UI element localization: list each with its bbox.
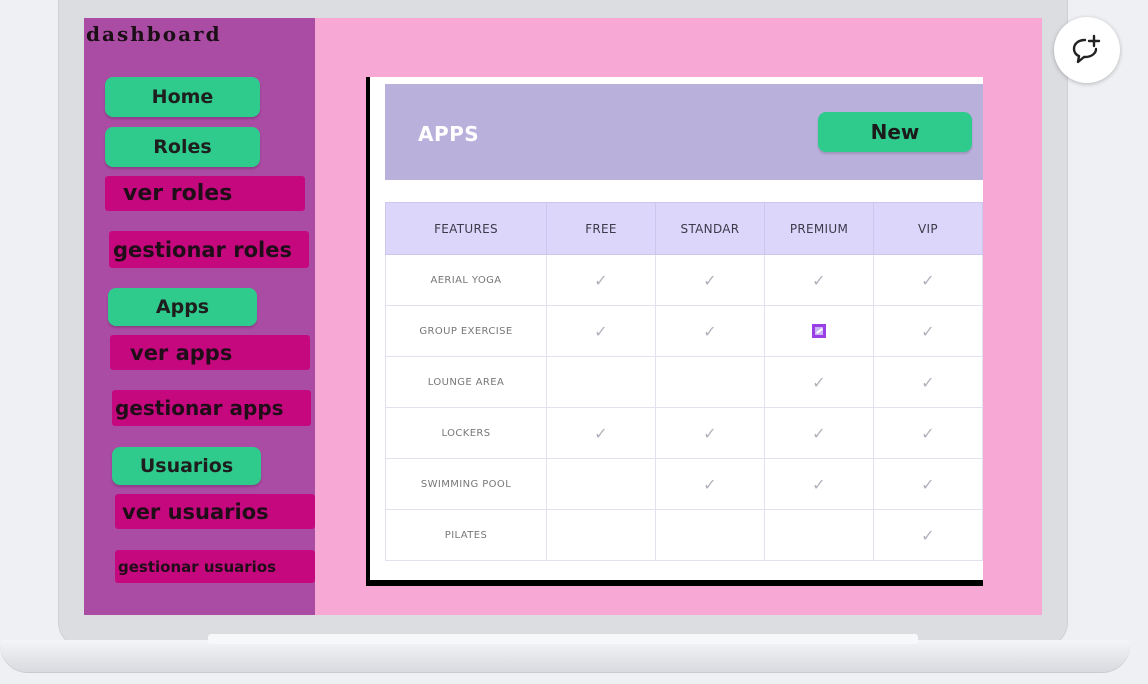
plan-cell-premium: [764, 509, 874, 561]
plan-cell-standar: [655, 356, 765, 408]
new-button[interactable]: New: [818, 112, 972, 152]
dashboard-screen: dashboard Home Roles ver roles gestionar…: [84, 18, 1042, 615]
brand-title: dashboard: [86, 22, 222, 46]
laptop-base-notch: [208, 634, 918, 644]
header-features: FEATURES: [385, 202, 547, 255]
header-standar: STANDAR: [655, 202, 765, 255]
checkmark-icon: ✓: [812, 423, 826, 443]
table-row: PILATES ✓: [385, 509, 983, 561]
checkmark-icon: ✓: [812, 372, 826, 392]
table-row: LOUNGE AREA ✓ ✓: [385, 356, 983, 408]
plan-cell-premium: [764, 305, 874, 357]
plan-cell-standar: [655, 509, 765, 561]
nav-button-home[interactable]: Home: [105, 77, 260, 117]
plan-cell-premium: ✓: [764, 356, 874, 408]
plan-cell-standar: ✓: [655, 254, 765, 306]
nav-button-usuarios[interactable]: Usuarios: [112, 447, 261, 485]
plan-cell-vip: ✓: [873, 356, 983, 408]
checkmark-icon: ✓: [703, 474, 717, 494]
plan-cell-vip: ✓: [873, 458, 983, 510]
plan-cell-standar: ✓: [655, 305, 765, 357]
plan-cell-free: ✓: [546, 305, 656, 357]
checkmark-icon: ✓: [812, 270, 826, 290]
plan-cell-premium: ✓: [764, 407, 874, 459]
feature-cell: AERIAL YOGA: [385, 254, 547, 306]
sublink-ver-apps[interactable]: ver apps: [110, 335, 310, 370]
checkmark-icon: ✓: [703, 423, 717, 443]
plan-cell-vip: ✓: [873, 254, 983, 306]
checkmark-icon: ✓: [812, 474, 826, 494]
sublink-gestionar-usuarios[interactable]: gestionar usuarios: [115, 550, 315, 583]
feature-cell: SWIMMING POOL: [385, 458, 547, 510]
table-row: SWIMMING POOL ✓ ✓ ✓: [385, 458, 983, 510]
plans-table: FEATURES FREE STANDAR PREMIUM VIP AERIAL…: [385, 202, 983, 561]
checkmark-icon: ✓: [594, 321, 608, 341]
checked-box-icon[interactable]: [812, 324, 826, 338]
plan-cell-premium: ✓: [764, 254, 874, 306]
panel-header: APPS New: [385, 84, 983, 180]
table-header-row: FEATURES FREE STANDAR PREMIUM VIP: [385, 202, 983, 255]
table-row: GROUP EXERCISE ✓ ✓ ✓: [385, 305, 983, 357]
laptop-base: [0, 640, 1130, 672]
feature-cell: GROUP EXERCISE: [385, 305, 547, 357]
plan-cell-vip: ✓: [873, 509, 983, 561]
feature-cell: PILATES: [385, 509, 547, 561]
plan-cell-free: [546, 356, 656, 408]
table-row: AERIAL YOGA ✓ ✓ ✓ ✓: [385, 254, 983, 306]
header-premium: PREMIUM: [764, 202, 874, 255]
plan-cell-free: [546, 458, 656, 510]
sublink-gestionar-roles[interactable]: gestionar roles: [109, 231, 309, 268]
checkmark-icon: ✓: [921, 423, 935, 443]
sidebar: dashboard Home Roles ver roles gestionar…: [84, 18, 315, 615]
plan-cell-standar: ✓: [655, 458, 765, 510]
plan-cell-standar: ✓: [655, 407, 765, 459]
plan-cell-free: ✓: [546, 407, 656, 459]
checkmark-icon: ✓: [703, 270, 717, 290]
sublink-ver-usuarios[interactable]: ver usuarios: [115, 494, 315, 529]
add-comment-button[interactable]: [1054, 17, 1120, 83]
feature-cell: LOCKERS: [385, 407, 547, 459]
checkmark-icon: ✓: [921, 372, 935, 392]
plan-cell-free: ✓: [546, 254, 656, 306]
header-vip: VIP: [873, 202, 983, 255]
checkmark-icon: ✓: [594, 423, 608, 443]
plan-cell-vip: ✓: [873, 407, 983, 459]
plans-table-body: AERIAL YOGA ✓ ✓ ✓ ✓ GROUP EXERCISE ✓ ✓ ✓ LOUNGE A…: [385, 254, 983, 561]
nav-button-apps[interactable]: Apps: [108, 288, 257, 326]
checkmark-icon: ✓: [921, 474, 935, 494]
table-row: LOCKERS ✓ ✓ ✓ ✓: [385, 407, 983, 459]
plan-cell-free: [546, 509, 656, 561]
checkmark-icon: ✓: [594, 270, 608, 290]
checkmark-icon: ✓: [921, 525, 935, 545]
header-free: FREE: [546, 202, 656, 255]
plan-cell-premium: ✓: [764, 458, 874, 510]
checkmark-icon: ✓: [703, 321, 717, 341]
sublink-gestionar-apps[interactable]: gestionar apps: [112, 390, 311, 426]
nav-button-roles[interactable]: Roles: [105, 127, 260, 167]
plan-cell-vip: ✓: [873, 305, 983, 357]
sublink-ver-roles[interactable]: ver roles: [105, 176, 305, 211]
panel-title: APPS: [418, 122, 480, 146]
feature-cell: LOUNGE AREA: [385, 356, 547, 408]
checkmark-icon: ✓: [921, 270, 935, 290]
checkmark-icon: ✓: [921, 321, 935, 341]
add-comment-icon: [1072, 34, 1101, 64]
apps-panel: APPS New FEATURES FREE STANDAR PREMIUM V…: [370, 77, 983, 580]
